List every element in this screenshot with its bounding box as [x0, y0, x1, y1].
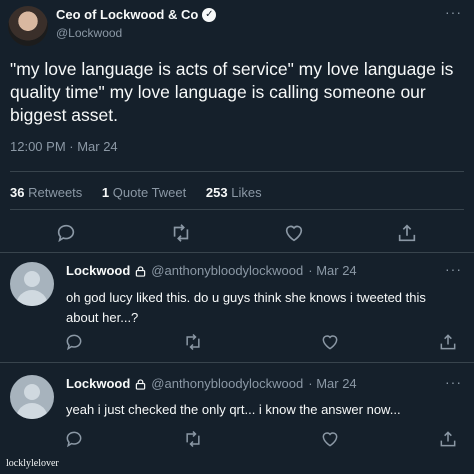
share-icon[interactable]	[438, 429, 458, 449]
reply-text: yeah i just checked the only qrt... i kn…	[66, 402, 401, 417]
reply-icon[interactable]	[64, 332, 84, 352]
reply-author-name[interactable]: Lockwood	[66, 263, 130, 278]
divider	[0, 252, 474, 253]
watermark: locklylelover	[6, 458, 59, 469]
retweet-icon[interactable]	[170, 222, 192, 244]
reply-date[interactable]: · Mar 24	[308, 376, 356, 391]
retweets-stat[interactable]: 36 Retweets	[10, 185, 82, 200]
more-options-icon[interactable]: ···	[445, 374, 462, 390]
retweets-count: 36	[10, 185, 25, 200]
tweet-actions	[0, 220, 474, 248]
reply-author-name[interactable]: Lockwood	[66, 376, 130, 391]
retweets-label: Retweets	[28, 185, 83, 200]
quote-label: Quote Tweet	[112, 185, 187, 200]
share-icon[interactable]	[438, 332, 458, 352]
reply-icon[interactable]	[64, 429, 84, 449]
lock-icon	[135, 378, 146, 390]
retweet-icon[interactable]	[183, 332, 203, 352]
author-avatar[interactable]	[8, 6, 48, 46]
retweet-icon[interactable]	[183, 429, 203, 449]
quote-count: 1	[101, 185, 110, 200]
reply-header: Lockwood @anthonybloodylockwood · Mar 24	[66, 376, 357, 391]
reply-handle[interactable]: @anthonybloodylockwood	[151, 376, 303, 391]
author-name[interactable]: Ceo of Lockwood & Co	[56, 7, 198, 22]
share-icon[interactable]	[396, 222, 418, 244]
like-icon[interactable]	[320, 332, 340, 352]
divider	[10, 171, 464, 172]
lock-icon	[135, 265, 146, 277]
reply-handle[interactable]: @anthonybloodylockwood	[151, 263, 303, 278]
tweet-timestamp[interactable]: 12:00 PM · Mar 24	[10, 139, 118, 154]
quote-tweet-stat[interactable]: 1 Quote Tweet	[102, 185, 186, 200]
avatar[interactable]	[10, 375, 54, 419]
reply-text: oh god lucy liked this. do u guys think …	[66, 290, 426, 325]
tweet-stats: 36 Retweets 1 Quote Tweet 253 Likes	[10, 185, 278, 200]
more-options-icon[interactable]: ···	[445, 4, 462, 20]
like-icon[interactable]	[320, 429, 340, 449]
reply-icon[interactable]	[55, 222, 77, 244]
author-handle[interactable]: @Lockwood	[56, 26, 122, 40]
likes-stat[interactable]: 253 Likes	[206, 185, 262, 200]
tweet-text: "my love language is acts of service" my…	[10, 59, 454, 125]
divider	[0, 362, 474, 363]
more-options-icon[interactable]: ···	[445, 261, 462, 277]
likes-label: Likes	[231, 185, 262, 200]
reply-header: Lockwood @anthonybloodylockwood · Mar 24	[66, 263, 357, 278]
like-icon[interactable]	[283, 222, 305, 244]
likes-count: 253	[205, 185, 228, 200]
author-name-row[interactable]: Ceo of Lockwood & Co ✓	[56, 7, 217, 22]
avatar[interactable]	[10, 262, 54, 306]
reply-date[interactable]: · Mar 24	[308, 263, 356, 278]
divider	[10, 209, 464, 210]
verified-badge-icon: ✓	[202, 7, 217, 22]
